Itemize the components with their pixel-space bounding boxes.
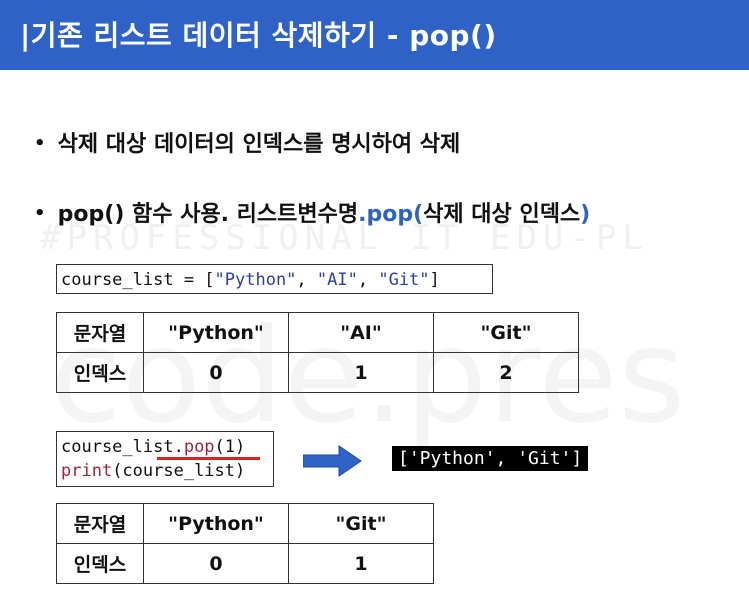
bullet-2-prefix: pop() 함수 사용. 리스트변수명 (57, 202, 359, 227)
code1-prefix: course_list = [ (61, 270, 215, 290)
table-cell: 0 (143, 543, 289, 584)
table-cell: "Python" (143, 312, 289, 353)
bullet-2-close: ) (580, 202, 591, 227)
table-cell: 2 (433, 352, 579, 393)
row-label-string: 문자열 (56, 312, 144, 353)
table-cell: "Python" (143, 503, 289, 544)
code1-suffix: ] (429, 270, 440, 290)
code1-string-git: "Git" (378, 270, 430, 290)
row-label-index: 인덱스 (56, 352, 144, 393)
code-list-definition: course_list = ["Python", "AI", "Git"] (56, 264, 493, 294)
code2-pop-fn: pop (183, 437, 215, 457)
bullet-2: • pop() 함수 사용. 리스트변수명.pop(삭제 대상 인덱스) (34, 196, 590, 228)
bullet-1: • 삭제 대상 데이터의 인덱스를 명시하여 삭제 (34, 126, 460, 158)
bullet-dot-icon: • (34, 133, 46, 154)
row-label-string: 문자열 (56, 503, 144, 544)
right-arrow-icon (303, 445, 362, 477)
code2-pop-args: (1) (214, 437, 246, 457)
code2-obj: course_list. (61, 437, 184, 457)
table-before-pop: 문자열 "Python" "AI" "Git" 인덱스 0 1 2 (56, 312, 579, 393)
table-row: 인덱스 0 1 (56, 543, 434, 584)
code1-sep2: , (357, 270, 379, 290)
code1-string-python: "Python" (214, 270, 297, 290)
table-cell: 1 (288, 543, 434, 584)
output-result: ['Python', 'Git'] (392, 446, 589, 471)
table-cell: 1 (288, 352, 434, 393)
code2-print-args: (course_list) (112, 461, 246, 481)
table-cell: "Git" (288, 503, 434, 544)
bullet-1-text: 삭제 대상 데이터의 인덱스를 명시하여 삭제 (57, 132, 461, 157)
table-cell: 0 (143, 352, 289, 393)
table-row: 문자열 "Python" "Git" (56, 503, 434, 544)
pop-underline (157, 457, 260, 460)
row-label-index: 인덱스 (56, 543, 144, 584)
table-cell: "Git" (433, 312, 579, 353)
bullet-2-method: .pop( (358, 202, 424, 227)
slide-title: |기존 리스트 데이터 삭제하기 - pop() (20, 19, 497, 52)
table-row: 인덱스 0 1 2 (56, 352, 579, 393)
code2-line1: course_list.pop(1) (61, 435, 269, 459)
table-row: 문자열 "Python" "AI" "Git" (56, 312, 579, 353)
table-cell: "AI" (288, 312, 434, 353)
code1-sep1: , (296, 270, 317, 290)
bullet-2-arg: 삭제 대상 인덱스 (423, 202, 581, 227)
code2-print-fn: print (61, 461, 113, 481)
code2-line2: print(course_list) (61, 459, 269, 483)
bullet-dot-icon: • (34, 203, 46, 224)
title-bar: |기존 리스트 데이터 삭제하기 - pop() (0, 0, 749, 70)
code1-string-ai: "AI" (316, 270, 358, 290)
table-after-pop: 문자열 "Python" "Git" 인덱스 0 1 (56, 503, 434, 584)
